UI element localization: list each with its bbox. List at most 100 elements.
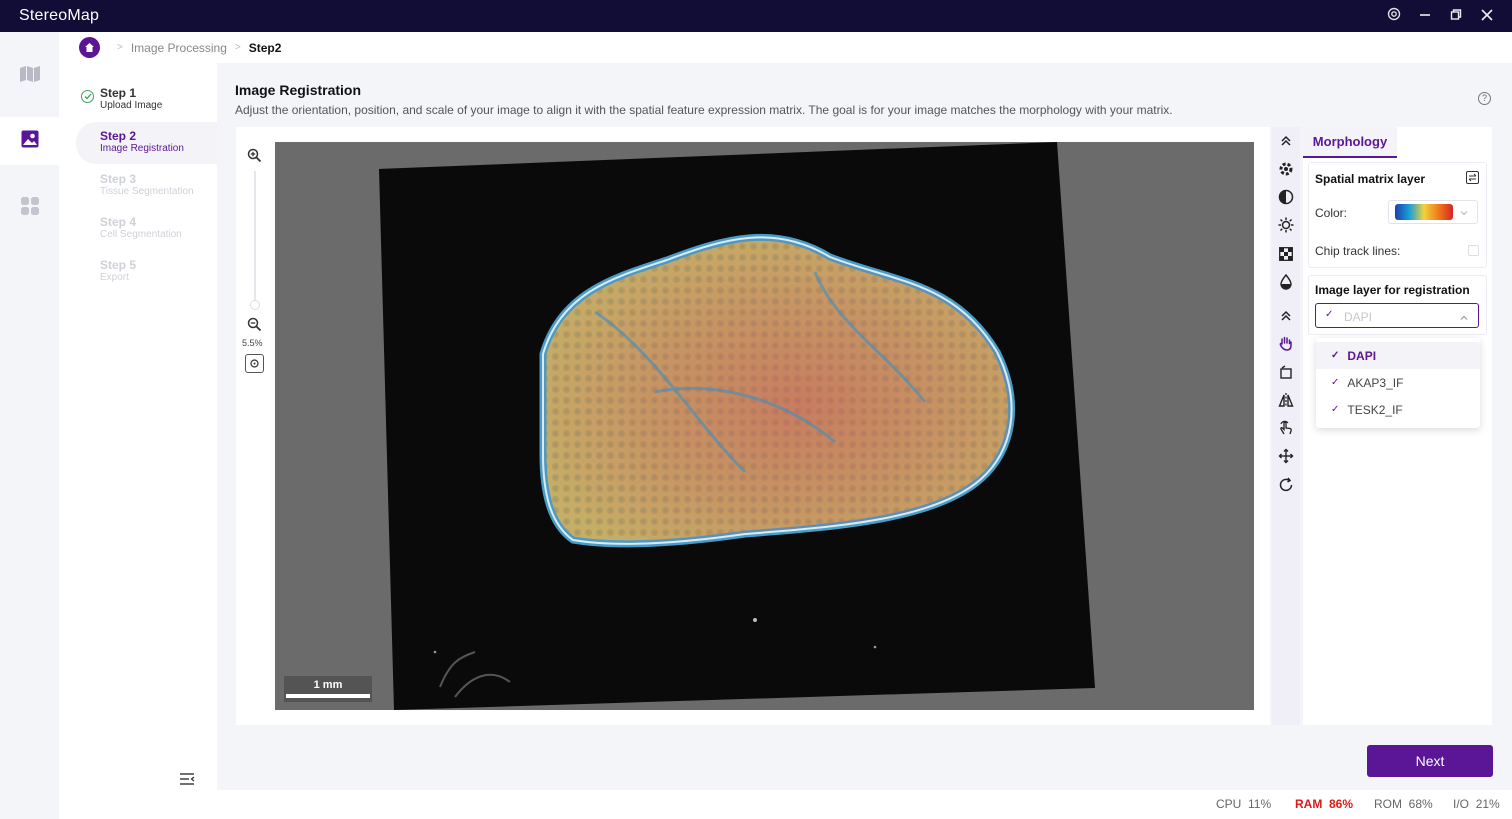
checker-icon[interactable] — [1277, 245, 1295, 263]
step-item-3[interactable]: Step 3 Tissue Segmentation — [76, 165, 217, 207]
check-icon: ✓ — [1331, 350, 1340, 361]
rotate-box-icon[interactable] — [1277, 363, 1295, 381]
reset-rotate-icon[interactable] — [1277, 476, 1295, 494]
step-title: Step 1 — [100, 86, 137, 100]
hand-pan-icon[interactable] — [1277, 334, 1295, 352]
chevron-down-icon — [1459, 205, 1469, 223]
spatial-matrix-title: Spatial matrix layer — [1315, 172, 1426, 186]
dropdown-option-label: DAPI — [1347, 348, 1377, 363]
step-subtitle: Cell Segmentation — [100, 229, 182, 240]
scale-bar-line — [286, 694, 370, 698]
dropdown-option-dapi[interactable]: ✓ DAPI — [1316, 342, 1480, 369]
dropdown-option-label: AKAP3_IF — [1347, 375, 1404, 390]
tab-morphology[interactable]: Morphology — [1303, 127, 1397, 158]
tool-column — [1272, 127, 1300, 725]
breadcrumb-separator-icon: > — [117, 42, 123, 53]
opacity-drop-icon[interactable] — [1277, 273, 1295, 291]
rail-apps-button[interactable] — [0, 184, 59, 232]
step-title: Step 5 — [100, 258, 137, 272]
check-circle-icon — [81, 90, 94, 103]
step-subtitle: Tissue Segmentation — [100, 186, 194, 197]
app-title: StereoMap — [19, 7, 100, 24]
step-subtitle: Image Registration — [100, 143, 184, 154]
rom-value: 68% — [1408, 797, 1433, 811]
color-gradient-swatch — [1395, 204, 1453, 220]
zoom-slider-track[interactable] — [254, 171, 256, 307]
step-item-1[interactable]: Step 1 Upload Image — [76, 79, 217, 121]
breadcrumb-link[interactable]: Image Processing — [131, 41, 227, 55]
flip-icon[interactable] — [1277, 391, 1295, 409]
swap-icon[interactable] — [1466, 171, 1479, 184]
cpu-stat: CPU 11% — [1216, 797, 1271, 811]
image-icon — [20, 129, 40, 154]
zoom-in-icon[interactable] — [247, 148, 262, 168]
rail-map-button[interactable] — [0, 52, 59, 100]
rom-stat: ROM 68% — [1374, 797, 1433, 811]
check-icon: ✓ — [1331, 377, 1340, 388]
chip-track-label: Chip track lines: — [1315, 244, 1401, 258]
touch-select-icon[interactable] — [1277, 419, 1295, 437]
step-title: Step 4 — [100, 215, 137, 229]
step-item-4[interactable]: Step 4 Cell Segmentation — [76, 208, 217, 250]
collapse-sidebar-icon[interactable] — [179, 772, 195, 791]
brightness-icon[interactable] — [1277, 216, 1295, 234]
registration-layer-title: Image layer for registration — [1315, 283, 1470, 297]
status-bar: CPU 11% RAM 86% ROM 68% I/O 21% — [217, 790, 1512, 819]
dropdown-option-akap3[interactable]: ✓ AKAP3_IF — [1316, 369, 1480, 396]
zoom-slider-handle[interactable] — [250, 300, 260, 310]
help-icon[interactable]: ? — [1478, 92, 1491, 105]
page-title: Image Registration — [235, 82, 362, 98]
home-button[interactable] — [79, 37, 100, 58]
check-icon: ✓ — [1331, 404, 1340, 415]
io-stat: I/O 21% — [1453, 797, 1500, 811]
rom-label: ROM — [1374, 797, 1402, 811]
home-icon — [85, 43, 94, 52]
page-description: Adjust the orientation, position, and sc… — [235, 103, 1173, 117]
step-title: Step 2 — [100, 129, 137, 143]
cpu-label: CPU — [1216, 797, 1242, 811]
step-subtitle: Export — [100, 272, 129, 283]
map-icon — [19, 65, 41, 88]
rail-image-button[interactable] — [0, 117, 59, 165]
dropdown-option-tesk2[interactable]: ✓ TESK2_IF — [1316, 396, 1480, 423]
minimize-icon[interactable] — [1409, 8, 1440, 25]
breadcrumb-separator-icon: > — [234, 42, 241, 53]
io-label: I/O — [1453, 797, 1470, 811]
scale-bar: 1 mm — [284, 676, 372, 702]
fit-view-icon[interactable] — [245, 354, 264, 373]
move-arrows-icon[interactable] — [1277, 447, 1295, 465]
ram-label: RAM — [1295, 797, 1323, 811]
dropdown-option-label: TESK2_IF — [1347, 402, 1403, 417]
breadcrumb-current: Step2 — [248, 40, 282, 55]
zoom-level: 5.5% — [242, 338, 263, 348]
registration-layer-select[interactable]: ✓ DAPI — [1315, 303, 1479, 328]
ram-stat: RAM 86% — [1295, 797, 1353, 811]
next-button[interactable]: Next — [1367, 745, 1493, 777]
close-icon[interactable] — [1471, 8, 1502, 25]
collapse-up-icon[interactable] — [1277, 307, 1295, 325]
grid-icon — [20, 196, 40, 221]
registration-layer-dropdown: ✓ DAPI ✓ AKAP3_IF ✓ TESK2_IF — [1316, 338, 1480, 428]
chip-track-checkbox[interactable] — [1468, 245, 1479, 256]
window-controls — [1378, 0, 1502, 32]
step-item-5[interactable]: Step 5 Export — [76, 251, 217, 293]
restore-icon[interactable] — [1440, 8, 1471, 25]
step-subtitle: Upload Image — [100, 100, 163, 111]
zoom-out-icon[interactable] — [247, 317, 262, 337]
ram-value: 86% — [1329, 797, 1354, 811]
settings-icon[interactable] — [1378, 7, 1409, 25]
collapse-up-icon[interactable] — [1277, 132, 1295, 150]
step-item-2[interactable]: Step 2 Image Registration — [76, 122, 217, 164]
io-value: 21% — [1475, 797, 1500, 811]
step-title: Step 3 — [100, 172, 137, 186]
color-label: Color: — [1315, 206, 1348, 220]
scale-bar-label: 1 mm — [313, 679, 343, 691]
cpu-value: 11% — [1248, 797, 1272, 811]
check-icon: ✓ — [1325, 309, 1334, 320]
image-viewer[interactable] — [275, 142, 1254, 710]
gear-icon[interactable] — [1277, 160, 1295, 178]
tissue-image — [379, 142, 1095, 710]
chevron-up-icon — [1459, 310, 1469, 328]
breadcrumb: > Image Processing > Step2 — [79, 32, 1512, 63]
contrast-icon[interactable] — [1277, 188, 1295, 206]
